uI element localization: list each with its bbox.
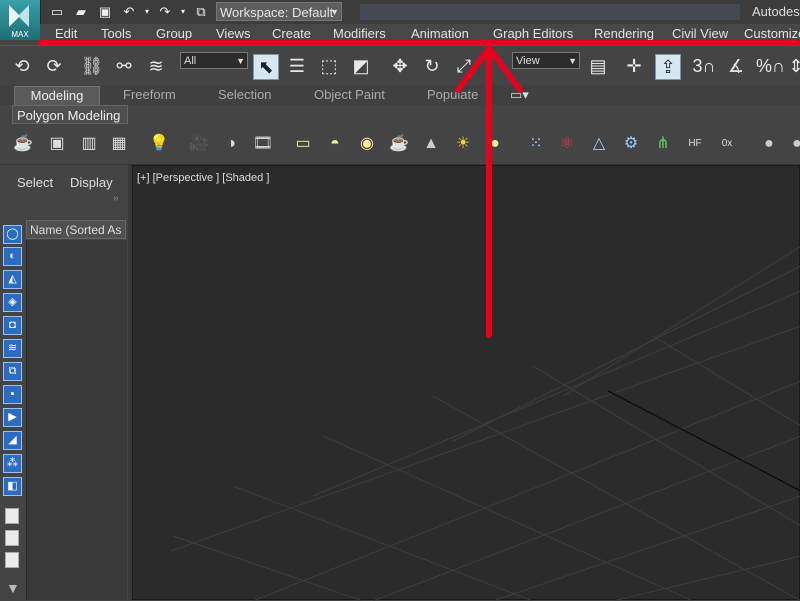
tab-freeform[interactable]: Freeform — [123, 87, 176, 102]
undo-icon[interactable]: ⟲ — [10, 54, 34, 78]
selection-filter-value: All — [184, 55, 197, 67]
menu-tools[interactable]: Tools — [101, 26, 131, 41]
chevron-down-icon: ▼ — [330, 7, 339, 17]
new-file-icon[interactable]: ▭ — [48, 3, 66, 21]
keyboard-shortcut-override-icon[interactable]: ⇪ — [655, 54, 681, 80]
workspace-value: Workspace: Default — [220, 5, 334, 20]
scene-object-list[interactable] — [26, 240, 127, 600]
open-folder-icon[interactable]: ▰ — [72, 3, 90, 21]
selection-filter-dropdown[interactable]: All ▼ — [180, 52, 248, 69]
pivot-center-icon[interactable]: ▤ — [586, 54, 610, 78]
display-cameras-icon[interactable]: ◘ — [3, 316, 22, 335]
redo-dropdown-icon[interactable]: ▾ — [174, 3, 192, 21]
select-and-link-icon[interactable]: ⛓ — [80, 54, 104, 78]
display-invert-icon[interactable] — [5, 530, 19, 546]
redo-icon[interactable]: ↷ — [156, 3, 174, 21]
menu-rendering[interactable]: Rendering — [594, 26, 654, 41]
snaps-toggle-icon[interactable]: 3∩ — [692, 54, 716, 78]
sphere-material-icon[interactable]: ● — [758, 133, 780, 155]
menu-views[interactable]: Views — [216, 26, 250, 41]
light-bulb-icon[interactable]: 💡 — [148, 133, 170, 155]
app-logo-button[interactable]: MAX — [0, 0, 41, 40]
display-helpers-icon[interactable]: ≋ — [3, 339, 22, 358]
undo-icon[interactable]: ↶ — [120, 3, 138, 21]
spinner-snap-icon[interactable]: ⇕ — [784, 54, 800, 78]
project-folder-icon[interactable]: ⧉ — [192, 3, 210, 21]
percent-snap-icon[interactable]: %∩ — [756, 54, 785, 78]
filter-funnel-icon[interactable]: ▼ — [6, 580, 20, 596]
displacement-icon[interactable]: 0x — [716, 133, 738, 155]
film-reel-icon[interactable]: 🎞 — [252, 133, 274, 155]
chevron-down-icon: ▼ — [568, 56, 577, 66]
tab-select[interactable]: Select — [17, 175, 53, 190]
tab-selection[interactable]: Selection — [218, 87, 271, 102]
render-setup-icon[interactable]: ▣ — [46, 133, 68, 155]
object-toolbar: ☕ ▣ ▥ ▦ 💡 🎥 ◑ 🎞 ▭ ◓ ◉ ☕ ▲ ☀ ● ⁙ ⚛ △ ⚙ ⋔ … — [0, 124, 800, 165]
cone-icon[interactable]: ▲ — [420, 133, 442, 155]
workspace-select[interactable]: Workspace: Default ▼ — [216, 2, 342, 21]
sphere-icon[interactable]: ◉ — [356, 133, 378, 155]
display-none-icon[interactable] — [5, 508, 19, 524]
logo-text: MAX — [11, 30, 29, 39]
select-and-move-icon[interactable]: ✥ — [388, 54, 412, 78]
polygon-modeling-panel[interactable]: Polygon Modeling — [12, 105, 128, 124]
sphere-half-icon[interactable]: ◑ — [220, 133, 242, 155]
display-containers-icon[interactable]: ◧ — [3, 477, 22, 496]
display-bones-icon[interactable]: ◢ — [3, 431, 22, 450]
molecule-icon[interactable]: ⚛ — [556, 133, 578, 155]
main-toolbar: ⟲ ⟳ ⛓ ⚯ ≋ All ▼ ⬉ ☰ ⬚ ◩ ✥ ↻ ⤢ View ▼ ▤ ✛… — [0, 45, 800, 87]
display-groups-icon[interactable]: ▪ — [3, 385, 22, 404]
select-by-name-icon[interactable]: ☰ — [285, 54, 309, 78]
display-shapes-icon[interactable]: ◭ — [3, 270, 22, 289]
logo-mark-icon-2 — [18, 5, 29, 27]
select-object-icon[interactable]: ⬉ — [253, 54, 279, 80]
viewport-label[interactable]: [+] [Perspective ] [Shaded ] — [137, 172, 269, 184]
tab-modeling[interactable]: Modeling — [14, 86, 100, 106]
menu-create[interactable]: Create — [272, 26, 311, 41]
display-geometry-icon[interactable]: ◐ — [3, 247, 22, 266]
menu-civil-view[interactable]: Civil View — [672, 26, 728, 41]
teapot-icon[interactable]: ☕ — [12, 133, 34, 155]
render-frame-icon[interactable]: ▦ — [108, 133, 130, 155]
hair-fur-icon[interactable]: HF — [684, 133, 706, 155]
angle-snap-icon[interactable]: ∡ — [724, 54, 748, 78]
gear-icon[interactable]: ⚙ — [620, 133, 642, 155]
display-all-icon[interactable]: ◯ — [3, 225, 22, 244]
undo-dropdown-icon[interactable]: ▾ — [138, 3, 156, 21]
dome-icon[interactable]: ◓ — [324, 133, 346, 155]
tab-object-paint[interactable]: Object Paint — [314, 87, 385, 102]
pyramid-icon[interactable]: △ — [588, 133, 610, 155]
menu-edit[interactable]: Edit — [55, 26, 77, 41]
bind-to-space-warp-icon[interactable]: ≋ — [144, 54, 168, 78]
menu-modifiers[interactable]: Modifiers — [333, 26, 386, 41]
window-crossing-icon[interactable]: ◩ — [349, 54, 373, 78]
annotation-underline — [38, 40, 800, 45]
unlink-selection-icon[interactable]: ⚯ — [112, 54, 136, 78]
grass-icon[interactable]: ⋔ — [652, 133, 674, 155]
plane-icon[interactable]: ▭ — [292, 133, 314, 155]
tab-display[interactable]: Display — [70, 175, 113, 190]
redo-icon[interactable]: ⟳ — [42, 54, 66, 78]
display-xrefs-icon[interactable]: ▶ — [3, 408, 22, 427]
sphere-material-icon-2[interactable]: ● — [786, 133, 800, 155]
display-children-icon[interactable] — [5, 552, 19, 568]
material-editor-icon[interactable]: ▥ — [78, 133, 100, 155]
save-icon[interactable]: ▣ — [96, 3, 114, 21]
expand-chevron-icon[interactable]: » — [113, 193, 119, 204]
select-manipulate-icon[interactable]: ✛ — [622, 54, 646, 78]
window-title: Autodes — [752, 4, 800, 19]
teapot-light-icon[interactable]: ☕ — [388, 133, 410, 155]
display-lights-icon[interactable]: ◈ — [3, 293, 22, 312]
camera-icon[interactable]: 🎥 — [188, 133, 210, 155]
menu-group[interactable]: Group — [156, 26, 192, 41]
rectangular-selection-icon[interactable]: ⬚ — [317, 54, 341, 78]
display-particles-icon[interactable]: ⁂ — [3, 454, 22, 473]
display-spacewarps-icon[interactable]: ⧉ — [3, 362, 22, 381]
blurred-title-region — [360, 4, 740, 20]
annotation-arrow-icon — [455, 45, 523, 338]
chevron-down-icon: ▼ — [236, 56, 245, 66]
ribbon-tabs: Modeling Freeform Selection Object Paint… — [0, 85, 800, 106]
name-column-header[interactable]: Name (Sorted As — [26, 220, 126, 239]
menu-customize[interactable]: Customize — [744, 26, 800, 41]
